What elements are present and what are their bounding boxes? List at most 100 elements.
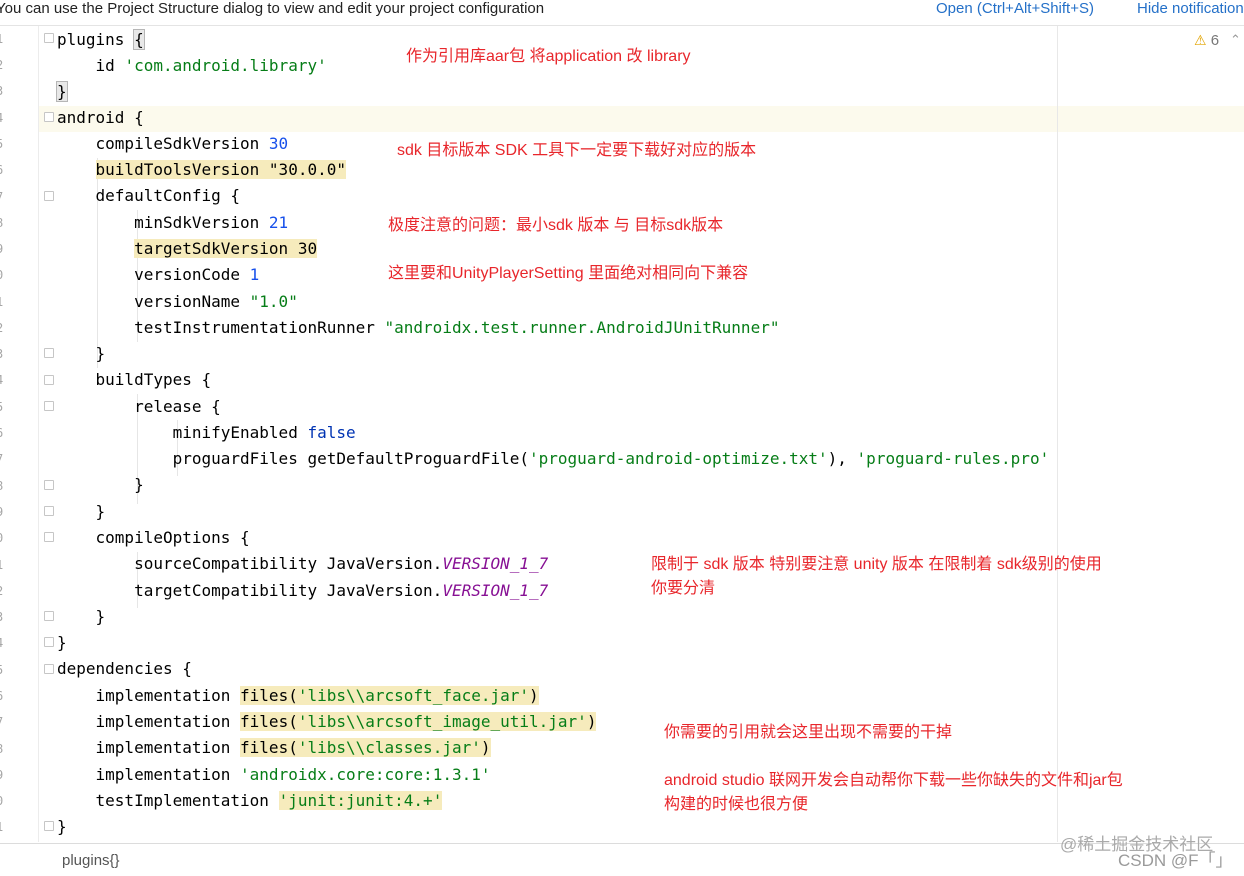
fold-marker[interactable] [44, 33, 54, 43]
warning-icon: ⚠ [1194, 32, 1207, 48]
code-line-1[interactable]: plugins { [57, 28, 145, 52]
annotation-java-version: 限制于 sdk 版本 特别要注意 unity 版本 在限制着 sdk级别的使用 [651, 556, 1102, 573]
current-line-highlight [39, 106, 1244, 132]
fold-marker[interactable] [44, 637, 54, 647]
code-line-4[interactable]: android { [57, 106, 144, 130]
line-number: 5 [0, 137, 10, 151]
csdn-watermark: CSDN @F「」 [1118, 851, 1233, 870]
annotation-library: 作为引用库aar包 将application 改 library [406, 48, 691, 65]
annotation-min-target-sdk: 极度注意的问题：最小sdk 版本 与 目标sdk版本 [388, 217, 724, 234]
breadcrumb-item[interactable]: plugins{} [62, 852, 120, 869]
code-line-30[interactable]: testImplementation 'junit:junit:4.+' [57, 789, 443, 813]
string-literal: 'libs\\arcsoft_image_util.jar' [297, 712, 587, 731]
line-number: 9 [0, 505, 10, 519]
fold-marker[interactable] [44, 375, 54, 385]
annotation-auto-download: android studio 联网开发会自动帮你下载一些你缺失的文件和jar包 [664, 772, 1123, 789]
inspection-warnings-widget[interactable]: ⚠ 6 [1194, 32, 1219, 52]
code-line-16[interactable]: minifyEnabled false [57, 421, 356, 445]
fold-marker[interactable] [44, 821, 54, 831]
annotation-dependencies: 你需要的引用就会这里出现不需要的干掉 [664, 724, 953, 741]
line-number: 5 [0, 663, 10, 677]
code-line-7[interactable]: defaultConfig { [57, 184, 241, 208]
string-literal: 'junit:junit:4.+' [278, 791, 443, 810]
code-line-27[interactable]: implementation files('libs\\arcsoft_imag… [57, 710, 597, 734]
code-line-20[interactable]: compileOptions { [57, 526, 250, 550]
line-number: 0 [0, 794, 10, 808]
fold-marker[interactable] [44, 112, 54, 122]
code-token: sourceCompatibility JavaVersion. [57, 554, 443, 573]
code-line-13[interactable]: } [57, 342, 106, 366]
code-line-12[interactable]: testInstrumentationRunner "androidx.test… [57, 316, 779, 340]
string-literal: "androidx.test.runner.AndroidJUnitRunner… [384, 318, 780, 337]
fold-marker[interactable] [44, 506, 54, 516]
hide-notification-link[interactable]: Hide notification [1137, 0, 1244, 18]
matched-brace: } [56, 81, 68, 102]
code-line-23[interactable]: } [57, 605, 106, 629]
warning-count: 6 [1210, 32, 1220, 49]
code-line-6[interactable]: buildToolsVersion "30.0.0" [57, 158, 346, 182]
string-literal: 'androidx.core:core:1.3.1' [240, 765, 491, 784]
code-line-2[interactable]: id 'com.android.library' [57, 54, 327, 78]
breadcrumb-bar: plugins{} [0, 843, 1244, 876]
keyword: false [307, 423, 356, 442]
line-number: 1 [0, 820, 10, 834]
number-literal: 30 [268, 134, 289, 153]
code-line-25[interactable]: dependencies { [57, 657, 192, 681]
highlighted-code: files( [240, 738, 298, 757]
line-number: 5 [0, 400, 10, 414]
fold-marker[interactable] [44, 532, 54, 542]
highlighted-code: buildToolsVersion "30.0.0" [95, 160, 346, 179]
code-line-17[interactable]: proguardFiles getDefaultProguardFile('pr… [57, 447, 1050, 471]
number-literal: 21 [268, 213, 289, 232]
code-line-21[interactable]: sourceCompatibility JavaVersion.VERSION_… [57, 552, 548, 576]
fold-marker[interactable] [44, 348, 54, 358]
code-token: implementation [57, 686, 241, 705]
code-line-3[interactable]: } [56, 80, 68, 104]
line-number: 1 [0, 295, 10, 309]
fold-marker[interactable] [44, 191, 54, 201]
line-number: 9 [0, 242, 10, 256]
fold-marker[interactable] [44, 401, 54, 411]
string-literal: 'libs\\arcsoft_face.jar' [297, 686, 530, 705]
line-number-gutter[interactable]: 1 2 3 4 5 6 7 8 9 0 1 2 3 4 5 6 7 8 9 0 … [0, 26, 39, 842]
line-number: 2 [0, 584, 10, 598]
open-project-structure-link[interactable]: Open (Ctrl+Alt+Shift+S) [936, 0, 1094, 18]
code-line-31[interactable]: } [57, 815, 67, 839]
line-number: 9 [0, 768, 10, 782]
code-line-5[interactable]: compileSdkVersion 30 [57, 132, 289, 156]
code-line-10[interactable]: versionCode 1 [57, 263, 259, 287]
code-line-9[interactable]: targetSdkVersion 30 [57, 237, 318, 261]
line-number: 3 [0, 84, 10, 98]
code-line-24[interactable]: } [57, 631, 67, 655]
code-line-18[interactable]: } [57, 473, 144, 497]
code-line-15[interactable]: release { [57, 395, 221, 419]
fold-marker[interactable] [44, 611, 54, 621]
fold-marker[interactable] [44, 664, 54, 674]
line-number: 7 [0, 715, 10, 729]
code-line-29[interactable]: implementation 'androidx.core:core:1.3.1… [57, 763, 491, 787]
code-token: implementation [57, 765, 241, 784]
line-number: 8 [0, 742, 10, 756]
code-line-14[interactable]: buildTypes { [57, 368, 212, 392]
number-literal: 1 [249, 265, 260, 284]
line-number: 7 [0, 452, 10, 466]
line-number: 8 [0, 479, 10, 493]
line-number: 2 [0, 58, 10, 72]
code-line-26[interactable]: implementation files('libs\\arcsoft_face… [57, 684, 539, 708]
fold-marker[interactable] [44, 480, 54, 490]
code-line-11[interactable]: versionName "1.0" [57, 290, 298, 314]
annotation-auto-download-2: 构建的时候也很方便 [664, 796, 809, 813]
string-literal: 'proguard-rules.pro' [856, 449, 1050, 468]
line-number: 1 [0, 32, 10, 46]
code-line-28[interactable]: implementation files('libs\\classes.jar'… [57, 736, 491, 760]
line-number: 2 [0, 321, 10, 335]
notification-message: You can use the Project Structure dialog… [0, 0, 545, 17]
code-line-8[interactable]: minSdkVersion 21 [57, 211, 288, 235]
code-token: versionName [57, 292, 250, 311]
chevron-up-icon[interactable]: ⌃ [1230, 32, 1241, 48]
line-number: 0 [0, 531, 10, 545]
code-line-19[interactable]: } [57, 500, 106, 524]
string-literal: 'proguard-android-optimize.txt' [529, 449, 828, 468]
code-line-22[interactable]: targetCompatibility JavaVersion.VERSION_… [57, 579, 548, 603]
